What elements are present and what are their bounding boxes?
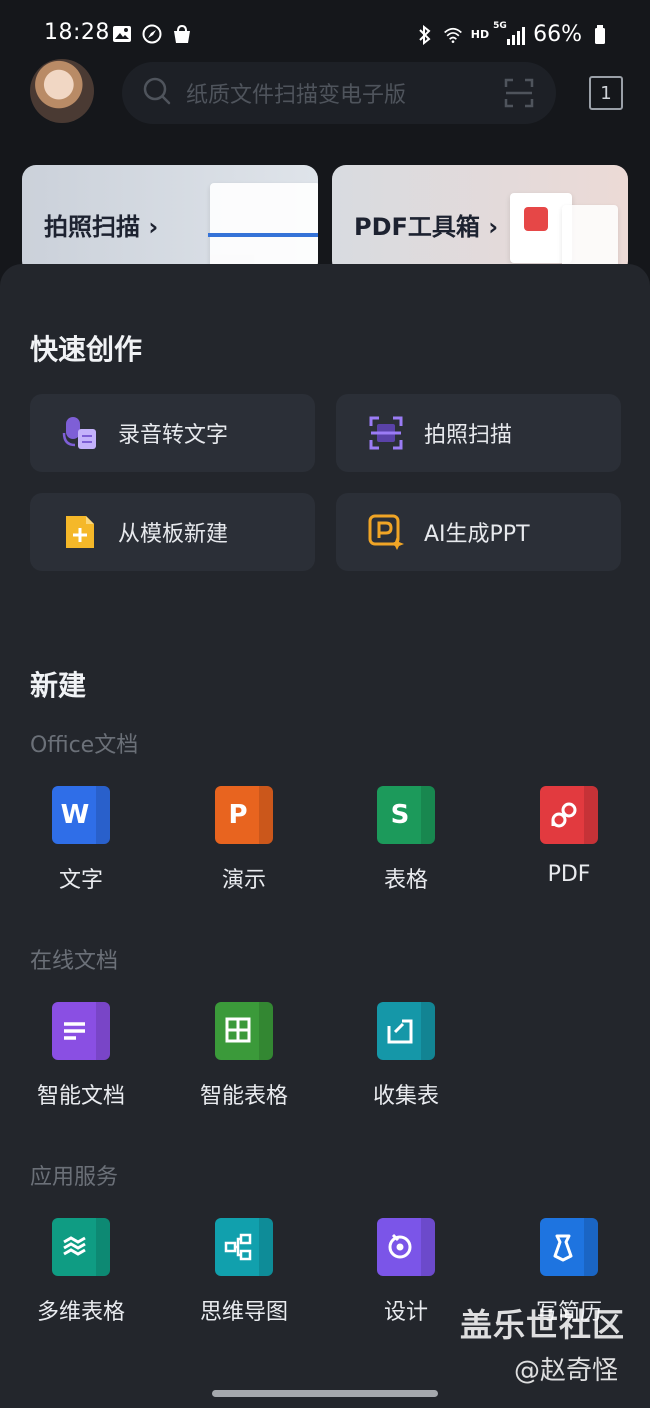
battery-icon bbox=[590, 24, 610, 45]
create-sheet: 快速创作 录音转文字 拍照扫描 从模板新建 AI生成PPT 新建 Office文… bbox=[0, 264, 650, 1408]
watermark-author: @赵奇怪 bbox=[514, 1356, 619, 1386]
signal-icon: 5G bbox=[493, 21, 526, 45]
photo-scan-button-label: 拍照扫描 bbox=[424, 423, 513, 448]
pdf-mini-icon bbox=[524, 207, 548, 231]
presentation-icon: P bbox=[215, 786, 273, 844]
photo-scan-card[interactable]: 拍照扫描 › bbox=[22, 165, 318, 275]
scan-illustration bbox=[210, 183, 318, 275]
system-icons: HD 5G 66% bbox=[415, 21, 610, 47]
quick-create-title: 快速创作 bbox=[30, 333, 143, 366]
word-icon: W bbox=[52, 786, 110, 844]
compass-icon bbox=[142, 24, 162, 44]
form-label: 收集表 bbox=[372, 1084, 439, 1109]
smart-sheet-label: 智能表格 bbox=[199, 1084, 288, 1109]
pdf-toolbox-label: PDF工具箱 › bbox=[354, 213, 499, 241]
search-icon bbox=[142, 76, 172, 110]
ai-ppt-button[interactable]: AI生成PPT bbox=[336, 493, 621, 571]
new-pdf-tile[interactable]: PDF bbox=[494, 786, 644, 887]
smart-sheet-tile[interactable]: 智能表格 bbox=[169, 1002, 319, 1110]
pdf-illustration-2 bbox=[562, 205, 618, 269]
pdf-label: PDF bbox=[547, 862, 591, 887]
smart-doc-label: 智能文档 bbox=[36, 1084, 125, 1109]
pdf-toolbox-card[interactable]: PDF工具箱 › bbox=[332, 165, 628, 275]
online-docs-subtitle: 在线文档 bbox=[30, 949, 119, 974]
spreadsheet-label: 表格 bbox=[383, 868, 428, 893]
form-icon bbox=[377, 1002, 435, 1060]
status-bar: 18:28 HD 5G 66% bbox=[0, 0, 650, 70]
resume-icon bbox=[540, 1218, 598, 1276]
scan-line bbox=[208, 233, 318, 237]
smart-doc-tile[interactable]: 智能文档 bbox=[6, 1002, 156, 1110]
shopping-bag-icon bbox=[172, 24, 192, 44]
design-label: 设计 bbox=[383, 1300, 428, 1325]
template-icon bbox=[62, 514, 98, 550]
home-indicator[interactable] bbox=[212, 1390, 438, 1397]
voice-to-text-button[interactable]: 录音转文字 bbox=[30, 394, 315, 472]
avatar[interactable] bbox=[30, 59, 94, 123]
notification-icons bbox=[112, 24, 192, 44]
multi-table-icon bbox=[52, 1218, 110, 1276]
ai-ppt-label: AI生成PPT bbox=[424, 522, 530, 547]
mind-map-label: 思维导图 bbox=[199, 1300, 288, 1325]
status-time: 18:28 bbox=[44, 20, 110, 45]
design-tile[interactable]: 设计 bbox=[331, 1218, 481, 1326]
app-services-subtitle: 应用服务 bbox=[30, 1165, 119, 1190]
voice-to-text-icon bbox=[62, 415, 98, 451]
voice-to-text-label: 录音转文字 bbox=[118, 423, 229, 448]
mind-map-icon bbox=[215, 1218, 273, 1276]
pdf-icon bbox=[540, 786, 598, 844]
photo-scan-button[interactable]: 拍照扫描 bbox=[336, 394, 621, 472]
design-icon bbox=[377, 1218, 435, 1276]
new-spreadsheet-tile[interactable]: S 表格 bbox=[331, 786, 481, 894]
battery-percent: 66% bbox=[533, 22, 582, 47]
word-label: 文字 bbox=[58, 868, 103, 893]
new-presentation-tile[interactable]: P 演示 bbox=[169, 786, 319, 894]
tab-count-button[interactable]: 1 bbox=[589, 76, 623, 110]
photo-scan-label: 拍照扫描 › bbox=[44, 213, 159, 241]
scan-icon[interactable] bbox=[504, 78, 534, 112]
wifi-icon bbox=[443, 25, 463, 45]
hd-label: HD bbox=[470, 28, 490, 41]
bluetooth-icon bbox=[415, 24, 435, 45]
scan-icon bbox=[368, 415, 404, 451]
search-placeholder: 纸质文件扫描变电子版 bbox=[186, 83, 407, 108]
watermark-community: 盖乐世社区 bbox=[460, 1306, 626, 1344]
smart-doc-icon bbox=[52, 1002, 110, 1060]
gallery-icon bbox=[112, 24, 132, 44]
multi-table-label: 多维表格 bbox=[36, 1300, 125, 1325]
search-bar[interactable]: 纸质文件扫描变电子版 bbox=[122, 62, 556, 124]
new-from-template-button[interactable]: 从模板新建 bbox=[30, 493, 315, 571]
spreadsheet-icon: S bbox=[377, 786, 435, 844]
form-tile[interactable]: 收集表 bbox=[331, 1002, 481, 1110]
new-word-tile[interactable]: W 文字 bbox=[6, 786, 156, 894]
mind-map-tile[interactable]: 思维导图 bbox=[169, 1218, 319, 1326]
presentation-label: 演示 bbox=[221, 868, 266, 893]
smart-sheet-icon bbox=[215, 1002, 273, 1060]
multi-table-tile[interactable]: 多维表格 bbox=[6, 1218, 156, 1326]
new-from-template-label: 从模板新建 bbox=[118, 522, 229, 547]
new-title: 新建 bbox=[30, 669, 87, 702]
ai-ppt-icon bbox=[368, 514, 404, 550]
office-docs-subtitle: Office文档 bbox=[30, 733, 139, 758]
signal-label: 5G bbox=[493, 20, 507, 31]
